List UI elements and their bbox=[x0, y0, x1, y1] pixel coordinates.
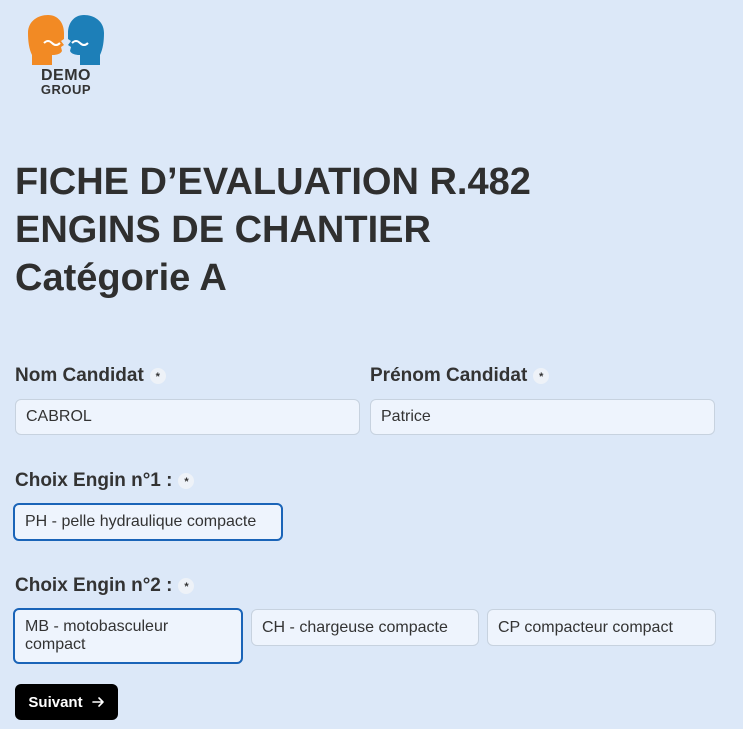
engin2-option-cp[interactable]: CP compacteur compact bbox=[487, 609, 716, 646]
engin2-label-text: Choix Engin n°2 : bbox=[15, 575, 173, 596]
prenom-candidat-label: Prénom Candidat * bbox=[370, 365, 550, 387]
required-indicator: * bbox=[533, 367, 550, 384]
arrow-right-icon bbox=[91, 697, 104, 707]
prenom-candidat-label-text: Prénom Candidat bbox=[370, 365, 528, 386]
engin2-label: Choix Engin n°2 : * bbox=[15, 575, 195, 597]
engin1-option-ph-label: PH - pelle hydraulique compacte bbox=[25, 513, 257, 530]
logo-heads-icon bbox=[28, 15, 104, 65]
logo-text-group: GROUP bbox=[40, 82, 92, 97]
engin2-option-mb[interactable]: MB - motobasculeur compact bbox=[13, 608, 243, 664]
engin2-option-ch-label: CH - chargeuse compacte bbox=[262, 618, 448, 636]
page-title: FICHE D’EVALUATION R.482 ENGINS DE CHANT… bbox=[15, 158, 531, 302]
prenom-candidat-input[interactable]: Patrice bbox=[370, 399, 715, 435]
suivant-button[interactable]: Suivant bbox=[15, 684, 118, 720]
required-indicator: * bbox=[149, 367, 166, 384]
engin1-label: Choix Engin n°1 : * bbox=[15, 470, 195, 492]
title-line-1: FICHE D’EVALUATION R.482 bbox=[15, 161, 531, 203]
logo: DEMO GROUP bbox=[26, 15, 106, 97]
title-line-3: Catégorie A bbox=[15, 257, 227, 299]
nom-candidat-label-text: Nom Candidat bbox=[15, 365, 144, 386]
suivant-button-label: Suivant bbox=[28, 693, 83, 711]
nom-candidat-input[interactable]: CABROL bbox=[15, 399, 360, 435]
title-line-2: ENGINS DE CHANTIER bbox=[15, 209, 431, 251]
nom-candidat-label: Nom Candidat * bbox=[15, 365, 166, 387]
required-indicator: * bbox=[178, 472, 195, 489]
engin1-label-text: Choix Engin n°1 : bbox=[15, 470, 173, 491]
engin2-option-ch[interactable]: CH - chargeuse compacte bbox=[251, 609, 479, 646]
required-indicator: * bbox=[178, 577, 195, 594]
engin2-option-mb-label: MB - motobasculeur compact bbox=[25, 618, 169, 653]
engin2-option-cp-label: CP compacteur compact bbox=[498, 618, 673, 636]
engin1-option-ph[interactable]: PH - pelle hydraulique compacte bbox=[13, 503, 283, 541]
